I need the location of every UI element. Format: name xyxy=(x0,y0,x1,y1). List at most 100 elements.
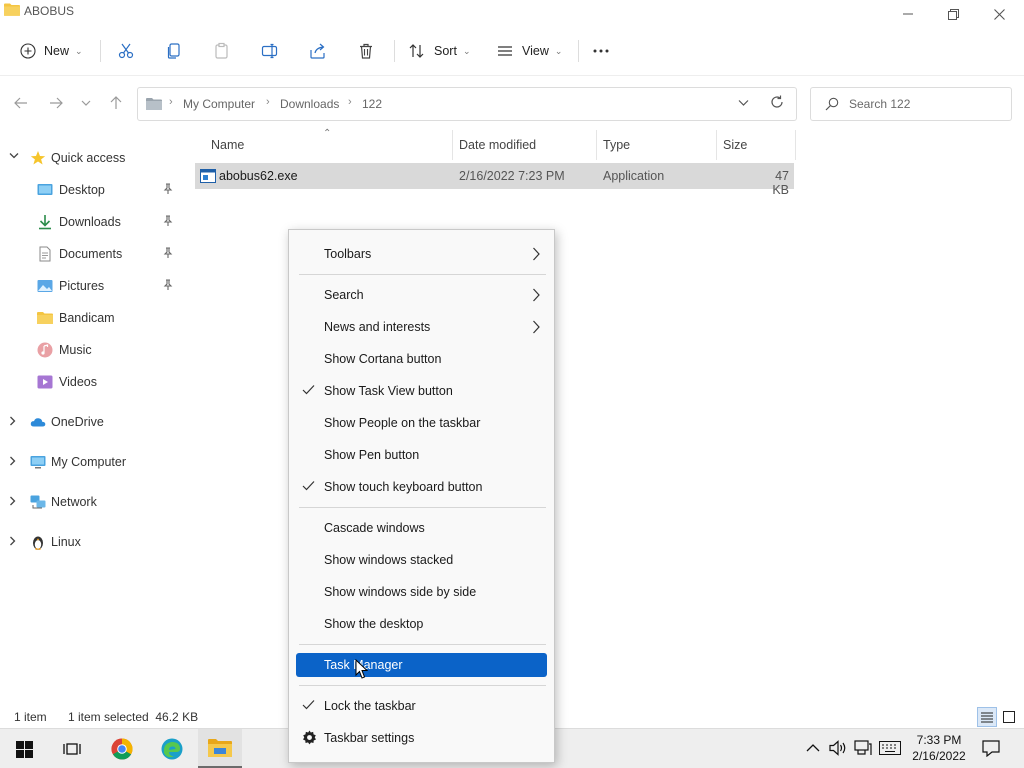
column-header-type[interactable]: Type xyxy=(603,138,630,152)
selection-info: 1 item selected 46.2 KB xyxy=(68,710,199,724)
menu-item-show-people[interactable]: Show People on the taskbar xyxy=(296,411,547,435)
chevron-right-icon xyxy=(533,247,540,261)
refresh-icon xyxy=(771,95,783,108)
sidebar-item-my-computer[interactable]: My Computer xyxy=(0,448,188,476)
menu-item-show-the-desktop[interactable]: Show the desktop xyxy=(296,612,547,636)
column-divider[interactable] xyxy=(452,130,453,160)
menu-item-toolbars[interactable]: Toolbars xyxy=(296,242,547,266)
sidebar-item-desktop[interactable]: Desktop xyxy=(0,176,188,204)
menu-item-lock-the-taskbar[interactable]: Lock the taskbar xyxy=(296,694,547,718)
sidebar-item-documents[interactable]: Documents xyxy=(0,240,188,268)
cut-button[interactable] xyxy=(117,36,135,66)
menu-item-cascade-windows[interactable]: Cascade windows xyxy=(296,516,547,540)
column-header-date[interactable]: Date modified xyxy=(459,138,536,152)
forward-button[interactable] xyxy=(46,94,66,112)
recent-locations-button[interactable] xyxy=(76,94,96,112)
notifications-button[interactable] xyxy=(982,740,1000,760)
menu-divider xyxy=(299,644,546,645)
taskbar-clock[interactable]: 7:33 PM 2/16/2022 xyxy=(906,732,972,764)
menu-item-show-windows-side-by-side[interactable]: Show windows side by side xyxy=(296,580,547,604)
sidebar-item-bandicam[interactable]: Bandicam xyxy=(0,304,188,332)
chevron-right-icon: › xyxy=(266,96,270,108)
breadcrumb-my-computer[interactable]: My Computer xyxy=(183,97,255,111)
paste-button[interactable] xyxy=(213,36,231,66)
chrome-taskbar-button[interactable] xyxy=(100,729,144,768)
search-box[interactable] xyxy=(810,87,1012,121)
menu-item-show-windows-stacked[interactable]: Show windows stacked xyxy=(296,548,547,572)
more-options-button[interactable] xyxy=(592,36,610,66)
new-button[interactable]: New ⌄ xyxy=(20,36,83,66)
sidebar-item-label: Videos xyxy=(59,375,97,389)
sidebar-item-music[interactable]: Music xyxy=(0,336,188,364)
address-dropdown-button[interactable] xyxy=(738,96,749,110)
pin-icon xyxy=(163,247,173,258)
restore-button[interactable] xyxy=(930,0,976,28)
file-explorer-icon xyxy=(208,738,232,757)
copy-button[interactable] xyxy=(165,36,183,66)
edge-taskbar-button[interactable] xyxy=(150,729,194,768)
sidebar-item-downloads[interactable]: Downloads xyxy=(0,208,188,236)
menu-item-show-touch-keyboard[interactable]: Show touch keyboard button xyxy=(296,475,547,499)
search-input[interactable] xyxy=(849,94,999,114)
network-status-button[interactable] xyxy=(854,740,872,759)
close-button[interactable] xyxy=(976,0,1022,28)
volume-button[interactable] xyxy=(829,740,847,759)
touch-keyboard-button[interactable] xyxy=(879,741,901,758)
sort-button[interactable]: Sort ⌄ xyxy=(408,36,470,66)
table-row[interactable]: abobus62.exe 2/16/2022 7:23 PM Applicati… xyxy=(195,163,794,197)
delete-button[interactable] xyxy=(357,36,375,66)
sidebar-item-label: Bandicam xyxy=(59,311,115,325)
column-header-size[interactable]: Size xyxy=(723,138,747,152)
menu-item-show-pen-button[interactable]: Show Pen button xyxy=(296,443,547,467)
penguin-icon xyxy=(33,536,43,550)
menu-item-search[interactable]: Search xyxy=(296,283,547,307)
navigation-pane: Quick access Desktop Downloads Documents… xyxy=(0,140,190,700)
music-icon xyxy=(37,342,53,358)
pin-icon xyxy=(163,279,173,290)
sidebar-item-label: OneDrive xyxy=(51,415,104,429)
refresh-button[interactable] xyxy=(770,95,784,112)
sidebar-item-onedrive[interactable]: OneDrive xyxy=(0,408,188,436)
share-button[interactable] xyxy=(309,36,327,66)
address-bar[interactable]: › My Computer › Downloads › 122 xyxy=(137,87,797,121)
minimize-button[interactable] xyxy=(885,0,931,28)
chevron-right-icon: › xyxy=(348,96,352,108)
show-hidden-icons-button[interactable] xyxy=(806,741,820,755)
column-divider[interactable] xyxy=(716,130,717,160)
column-divider[interactable] xyxy=(596,130,597,160)
details-view-button[interactable] xyxy=(977,707,997,727)
chevron-up-icon xyxy=(806,744,820,752)
close-icon xyxy=(993,8,1005,20)
menu-item-task-manager[interactable]: Task Manager xyxy=(296,653,547,677)
column-divider[interactable] xyxy=(795,130,796,160)
up-button[interactable] xyxy=(106,94,126,112)
view-button[interactable]: View ⌄ xyxy=(496,36,562,66)
folder-icon xyxy=(37,312,53,324)
chevron-right-icon xyxy=(10,496,16,506)
sidebar-item-videos[interactable]: Videos xyxy=(0,368,188,396)
sidebar-item-quick-access[interactable]: Quick access xyxy=(0,144,188,172)
sidebar-item-label: Documents xyxy=(59,247,123,261)
copy-icon xyxy=(167,43,180,59)
menu-item-show-cortana-button[interactable]: Show Cortana button xyxy=(296,347,547,371)
start-button[interactable] xyxy=(2,729,46,768)
menu-item-label: Show windows stacked xyxy=(324,553,454,567)
menu-item-show-task-view-button[interactable]: Show Task View button xyxy=(296,379,547,403)
breadcrumb-downloads[interactable]: Downloads xyxy=(280,97,339,111)
file-explorer-taskbar-button[interactable] xyxy=(198,729,242,768)
sidebar-item-pictures[interactable]: Pictures xyxy=(0,272,188,300)
arrow-up-icon xyxy=(110,96,122,109)
chevron-down-icon: ⌄ xyxy=(75,45,83,56)
menu-item-taskbar-settings[interactable]: Taskbar settings xyxy=(296,726,547,750)
sidebar-item-network[interactable]: Network xyxy=(0,488,188,516)
chevron-right-icon xyxy=(10,416,16,426)
rename-button[interactable] xyxy=(261,36,279,66)
sidebar-item-linux[interactable]: Linux xyxy=(0,528,188,556)
tiles-view-button[interactable] xyxy=(999,707,1019,727)
breadcrumb-122[interactable]: 122 xyxy=(362,97,382,111)
task-view-button[interactable] xyxy=(50,729,94,768)
menu-item-news-and-interests[interactable]: News and interests xyxy=(296,315,547,339)
menu-divider xyxy=(299,685,546,686)
back-button[interactable] xyxy=(11,94,31,112)
column-header-name[interactable]: Name xyxy=(211,138,244,152)
